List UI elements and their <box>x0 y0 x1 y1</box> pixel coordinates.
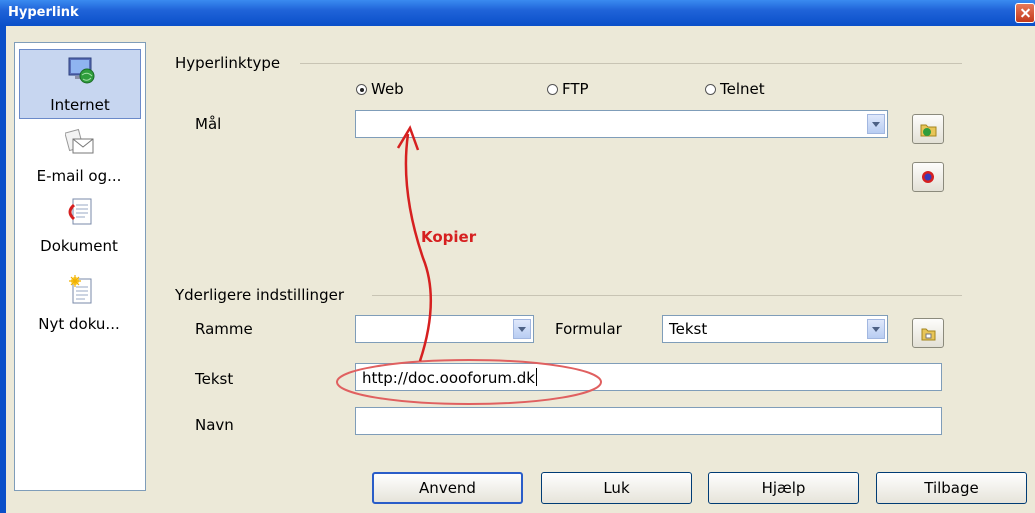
sidebar-item-label: Internet <box>50 96 110 114</box>
radio-web[interactable]: Web <box>356 80 404 98</box>
new-document-icon <box>69 275 92 304</box>
close-button[interactable]: Luk <box>541 472 692 504</box>
radio-telnet-indicator[interactable] <box>705 84 716 95</box>
title-bar: Hyperlink <box>0 0 1035 26</box>
window-title: Hyperlink <box>8 5 79 20</box>
target-url-combobox[interactable] <box>355 110 888 138</box>
apply-button[interactable]: Anvend <box>372 472 523 504</box>
document-icon <box>68 198 92 225</box>
sidebar-item-internet[interactable]: Internet <box>19 49 141 119</box>
folder-icon <box>921 328 936 341</box>
form-label: Formular <box>555 320 622 338</box>
text-value: http://doc.oooforum.dk <box>362 368 537 387</box>
radio-web-label: Web <box>371 80 404 98</box>
group-separator <box>372 295 962 296</box>
sidebar-item-label: Dokument <box>40 237 118 255</box>
globe-computer-icon <box>68 57 95 84</box>
hyperlink-type-sidebar: Internet E-mail og... Dokument Nyt doku.… <box>14 42 146 491</box>
radio-ftp-label: FTP <box>562 80 589 98</box>
events-button[interactable] <box>912 318 944 348</box>
sidebar-item-label: Nyt doku... <box>38 315 120 333</box>
sidebar-item-email[interactable]: E-mail og... <box>19 121 141 191</box>
name-label: Navn <box>195 416 234 434</box>
back-button[interactable]: Tilbage <box>876 472 1027 504</box>
frame-label: Ramme <box>195 320 253 338</box>
hyperlink-type-heading: Hyperlinktype <box>175 54 285 72</box>
copy-annotation-overlay <box>336 125 602 405</box>
text-label: Tekst <box>195 370 234 388</box>
radio-ftp[interactable]: FTP <box>547 80 589 98</box>
target-in-document-button[interactable] <box>912 162 944 192</box>
sidebar-item-label: E-mail og... <box>36 167 122 185</box>
form-select[interactable]: Tekst <box>662 315 888 343</box>
text-cursor <box>535 368 537 386</box>
copy-annotation-label: Kopier <box>421 228 477 246</box>
target-label: Mål <box>195 115 222 133</box>
help-button[interactable]: Hjælp <box>708 472 859 504</box>
text-field[interactable]: http://doc.oooforum.dk <box>355 363 942 391</box>
group-separator <box>300 63 962 64</box>
target-icon <box>922 171 934 183</box>
more-settings-heading: Yderligere indstillinger <box>175 286 348 304</box>
chevron-down-icon[interactable] <box>513 319 531 339</box>
sidebar-item-document[interactable]: Dokument <box>19 191 141 261</box>
close-window-button[interactable] <box>1015 3 1035 23</box>
text-field-value: http://doc.oooforum.dk <box>362 369 535 387</box>
radio-ftp-indicator[interactable] <box>547 84 558 95</box>
radio-web-indicator[interactable] <box>356 84 367 95</box>
envelope-icon <box>65 128 94 154</box>
chevron-down-icon[interactable] <box>867 319 885 339</box>
form-value: Tekst <box>669 320 708 338</box>
open-folder-globe-icon <box>920 124 937 137</box>
chevron-down-icon[interactable] <box>867 114 885 134</box>
web-browser-button[interactable] <box>912 114 944 144</box>
frame-combobox[interactable] <box>355 315 534 343</box>
window-frame-left <box>0 26 6 513</box>
radio-telnet-label: Telnet <box>720 80 765 98</box>
name-field[interactable] <box>355 407 942 435</box>
sidebar-item-new-document[interactable]: Nyt doku... <box>19 269 141 339</box>
radio-telnet[interactable]: Telnet <box>705 80 765 98</box>
